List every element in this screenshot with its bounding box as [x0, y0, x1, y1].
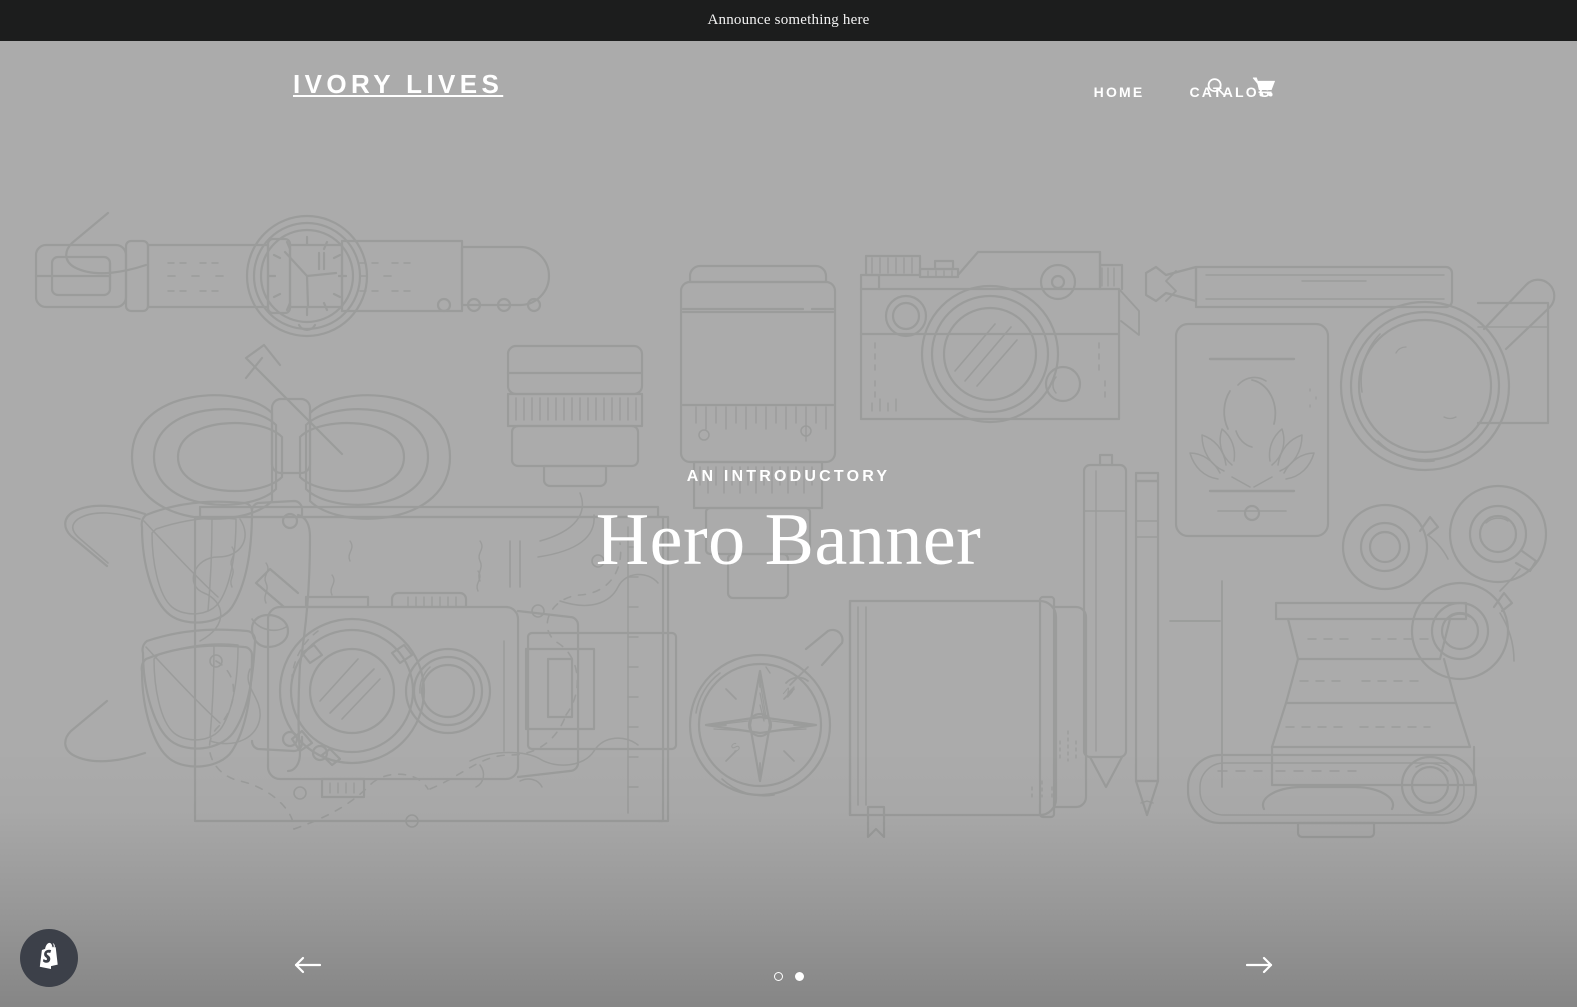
pen-illustration	[1082, 453, 1128, 789]
header-icons	[1203, 74, 1277, 100]
slide-dots	[773, 972, 804, 981]
svg-text:N: N	[780, 685, 796, 701]
site-logo[interactable]: IVORY LIVES	[293, 71, 503, 97]
cart-icon[interactable]	[1251, 74, 1277, 100]
announcement-text: Announce something here	[707, 12, 870, 28]
action-camera-illustration	[254, 567, 678, 799]
svg-text:S: S	[728, 739, 743, 755]
slr-camera-illustration	[859, 250, 1140, 424]
smartphone-illustration	[1174, 322, 1330, 538]
slide-next-arrow-icon[interactable]	[1238, 943, 1282, 987]
tape-rolls-illustration	[1341, 484, 1548, 681]
long-pencil-illustration	[1134, 471, 1160, 817]
search-icon[interactable]	[1203, 74, 1229, 100]
bowtie-illustration	[130, 343, 452, 520]
nav-link-home[interactable]: HOME	[1094, 81, 1145, 103]
small-lens-illustration	[506, 344, 644, 488]
announcement-bar[interactable]: Announce something here	[0, 0, 1577, 41]
notebook-illustration	[848, 595, 1088, 839]
shopify-logo-icon[interactable]	[20, 929, 78, 987]
slide-dot-1[interactable]	[773, 972, 783, 981]
slide-dot-2[interactable]	[794, 972, 804, 981]
compass-illustration: N S	[688, 628, 844, 797]
hero-illustration: N S	[0, 41, 1577, 1007]
hero-slideshow[interactable]: N S AN INTRODUCTORY Hero Banner IVORY LI…	[0, 41, 1577, 1007]
pencil-illustration	[1144, 265, 1454, 309]
large-lens-illustration	[679, 264, 837, 600]
skillet-illustration	[1339, 278, 1556, 472]
camera-body-illustration	[1186, 753, 1478, 839]
storefront-page: Announce something here N S AN INTRODUCT…	[0, 0, 1577, 1007]
slideshow-controls	[0, 907, 1577, 1007]
watch-illustration	[34, 214, 551, 338]
site-header: IVORY LIVES HOME CATALOG	[0, 41, 1577, 151]
slide-previous-arrow-icon[interactable]	[285, 943, 329, 987]
